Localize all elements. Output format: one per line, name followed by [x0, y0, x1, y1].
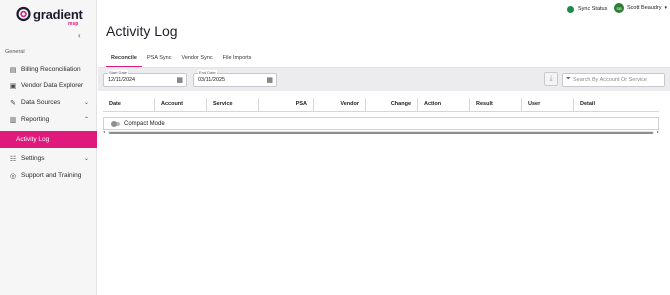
explorer-icon: ▣ — [9, 82, 17, 90]
plug-icon: ✎ — [10, 99, 16, 107]
brand-sub: msp — [68, 21, 79, 27]
search-input[interactable] — [573, 75, 663, 85]
scroll-left-icon[interactable]: ◂ — [103, 129, 105, 134]
column-header-vendor[interactable]: Vendor — [314, 98, 366, 111]
page-title: Activity Log — [106, 23, 178, 39]
sidebar-item-label: Data Sources — [21, 99, 61, 106]
gradient-logo-icon — [16, 6, 31, 22]
column-header-change[interactable]: Change — [366, 98, 418, 111]
column-header-action[interactable]: Action — [418, 98, 470, 111]
user-name: Scott Beaudry — [627, 5, 662, 11]
user-menu[interactable]: SB Scott Beaudry ▾ — [614, 3, 667, 13]
tab-vendor-sync[interactable]: Vendor Sync — [176, 53, 217, 67]
start-date-field[interactable]: Start Date 12/11/2024 ▦ — [103, 70, 187, 87]
column-header-date[interactable]: Date — [103, 98, 155, 111]
sidebar-item-data-sources[interactable]: ✎ Data Sources ⌄ — [0, 94, 97, 111]
table-header: Date Account Service PSA Vendor Change A… — [103, 98, 659, 111]
sidebar-item-label: Vendor Data Explorer — [21, 82, 84, 89]
table-header-divider — [103, 111, 659, 112]
tab-reconcile[interactable]: Reconcile — [106, 53, 142, 67]
sync-status-dot-icon — [567, 5, 574, 13]
sidebar-item-label: Support and Training — [21, 172, 82, 179]
sync-status-label: Sync Status — [578, 6, 608, 12]
sidebar-item-reporting[interactable]: ▥ Reporting ⌃ — [0, 111, 97, 128]
collapse-sidebar-icon[interactable]: ‹ — [78, 31, 81, 40]
sidebar-item-label: Reporting — [21, 116, 50, 123]
download-icon: ⤓ — [549, 75, 553, 82]
sidebar-item-support-and-training[interactable]: ◎ Support and Training — [0, 167, 97, 184]
start-date-label: Start Date — [108, 70, 129, 75]
sidebar-item-activity-log[interactable]: Activity Log — [0, 131, 97, 148]
sidebar-item-label: Billing Reconciliation — [21, 66, 81, 73]
column-header-psa[interactable]: PSA — [259, 98, 314, 111]
tab-bar: Reconcile PSA Sync Vendor Sync File Impo… — [106, 53, 256, 67]
settings-icon: ☷ — [9, 155, 17, 163]
column-header-user[interactable]: User — [522, 98, 574, 111]
calendar-icon[interactable]: ▦ — [176, 76, 183, 84]
calendar-icon[interactable]: ▦ — [266, 76, 273, 84]
billing-icon: ▤ — [9, 66, 17, 74]
tab-file-imports[interactable]: File Imports — [218, 53, 257, 67]
end-date-value: 03/11/2025 — [198, 77, 226, 83]
sidebar-item-vendor-data-explorer[interactable]: ▣ Vendor Data Explorer — [0, 77, 97, 94]
chevron-down-icon: ⌄ — [83, 156, 89, 162]
sidebar-item-label: Settings — [21, 155, 45, 162]
chevron-down-icon: ⌄ — [83, 100, 89, 106]
tab-psa-sync[interactable]: PSA Sync — [142, 53, 176, 67]
sidebar-item-label: Activity Log — [16, 136, 50, 143]
sidebar: gradient msp ‹ General ▤ Billing Reconci… — [0, 0, 97, 295]
nav-section-label: General — [5, 49, 25, 55]
end-date-field[interactable]: End Date 03/11/2025 ▦ — [193, 70, 277, 87]
compact-mode-label: Compact Mode — [124, 120, 165, 127]
start-date-value: 12/11/2024 — [108, 77, 136, 83]
brand-name: gradient — [33, 7, 83, 22]
compact-mode-toggle[interactable] — [111, 120, 120, 127]
download-button[interactable]: ⤓ — [544, 72, 558, 86]
chevron-up-icon: ⌃ — [83, 117, 89, 123]
end-date-label: End Date — [198, 70, 217, 75]
caret-down-icon: ▾ — [664, 5, 668, 11]
column-header-result[interactable]: Result — [470, 98, 522, 111]
column-header-detail[interactable]: Detail — [574, 98, 659, 111]
support-icon: ◎ — [9, 172, 17, 180]
scroll-right-icon[interactable]: ▸ — [657, 129, 659, 134]
scrollbar-thumb[interactable] — [109, 131, 653, 134]
sidebar-item-billing-reconciliation[interactable]: ▤ Billing Reconciliation — [0, 61, 97, 78]
report-icon: ▥ — [9, 116, 17, 124]
filter-icon: ⏷ — [566, 76, 571, 82]
compact-mode-row: Compact Mode — [103, 117, 659, 130]
horizontal-scrollbar[interactable]: ◂ ▸ — [103, 129, 659, 134]
sync-status[interactable]: Sync Status — [567, 4, 607, 14]
search-box[interactable]: ⏷ — [562, 73, 665, 87]
avatar: SB — [614, 3, 624, 13]
brand-logo[interactable]: gradient msp — [16, 6, 86, 27]
column-header-service[interactable]: Service — [207, 98, 259, 111]
column-header-account[interactable]: Account — [155, 98, 207, 111]
sidebar-item-settings[interactable]: ☷ Settings ⌄ — [0, 150, 97, 167]
